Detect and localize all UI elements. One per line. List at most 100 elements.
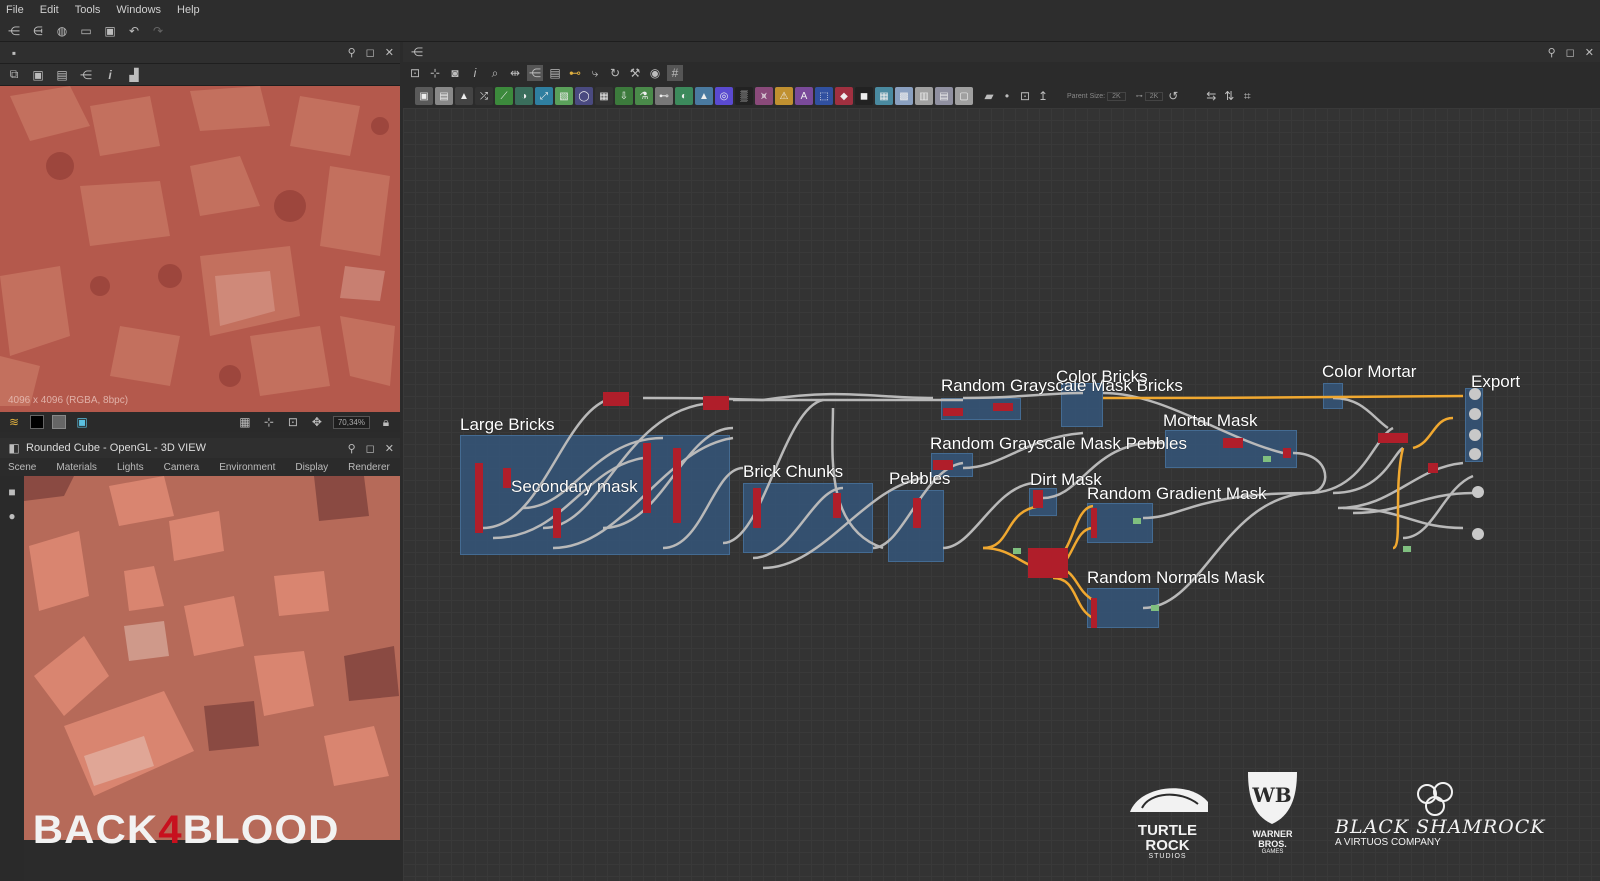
hsl-icon[interactable]: ◐ <box>675 87 693 105</box>
new-graph-icon[interactable]: ⋲ <box>6 23 22 39</box>
graph-canvas[interactable]: Large Bricks Secondary mask Brick Chunks… <box>403 108 1600 881</box>
text-icon[interactable]: A <box>795 87 813 105</box>
refresh-icon[interactable]: ↻ <box>607 65 623 81</box>
tiling-icon[interactable]: ⊹ <box>261 414 277 430</box>
grid-icon[interactable]: ▦ <box>237 414 253 430</box>
export-icon[interactable]: ▤ <box>54 67 70 83</box>
copy-icon[interactable]: ⧉ <box>6 67 22 83</box>
pin-icon[interactable]: ⚲ <box>348 442 356 455</box>
black-swatch[interactable] <box>30 415 44 429</box>
tile-icon[interactable]: ▦ <box>595 87 613 105</box>
pass-icon[interactable]: ↥ <box>1035 88 1051 104</box>
save-icon[interactable]: ▣ <box>102 23 118 39</box>
fx-map-icon[interactable]: ⩙ <box>755 87 773 105</box>
redo-icon[interactable]: ↷ <box>150 23 166 39</box>
bitmap-node-icon[interactable]: ▣ <box>415 87 433 105</box>
binary-icon[interactable]: ◼ <box>855 87 873 105</box>
noise-icon[interactable]: ▒ <box>735 87 753 105</box>
save-image-icon[interactable]: ▣ <box>30 67 46 83</box>
globe-icon[interactable]: ◍ <box>54 23 70 39</box>
text-node-icon[interactable]: ▲ <box>455 87 473 105</box>
frames-icon[interactable]: ▤ <box>547 65 563 81</box>
close-icon[interactable]: ✕ <box>385 442 394 455</box>
fit-icon[interactable]: ⊡ <box>285 414 301 430</box>
value-processor-icon[interactable]: ▩ <box>895 87 913 105</box>
frame-selected-icon[interactable]: ⊹ <box>427 65 443 81</box>
color-wheel-icon[interactable]: ◎ <box>715 87 733 105</box>
preview-icon[interactable]: ◉ <box>647 65 663 81</box>
pan-icon[interactable]: ✥ <box>309 414 325 430</box>
svg-node-icon[interactable]: ▤ <box>435 87 453 105</box>
layers-icon[interactable]: ≋ <box>6 414 22 430</box>
fill-icon[interactable]: ◆ <box>835 87 853 105</box>
tab-scene[interactable]: Scene <box>8 462 36 473</box>
lock-icon[interactable]: 🔒︎ <box>378 414 394 430</box>
tab-camera[interactable]: Camera <box>164 462 200 473</box>
menu-tools[interactable]: Tools <box>75 4 101 16</box>
gradient-icon[interactable]: ▧ <box>555 87 573 105</box>
maximize-icon[interactable]: ◻ <box>366 46 375 59</box>
tab-renderer[interactable]: Renderer <box>348 462 390 473</box>
grey-swatch[interactable] <box>52 415 66 429</box>
uniform-icon[interactable]: ⚗ <box>635 87 653 105</box>
curve-icon[interactable]: ⟋ <box>495 87 513 105</box>
menu-help[interactable]: Help <box>177 4 200 16</box>
link-icon[interactable]: ⊷ <box>567 65 583 81</box>
open-folder-icon[interactable]: ▭ <box>78 23 94 39</box>
tab-materials[interactable]: Materials <box>56 462 97 473</box>
close-icon[interactable]: ✕ <box>385 46 394 59</box>
levels-icon[interactable]: ⊷ <box>655 87 673 105</box>
view3d-canvas[interactable] <box>24 476 400 840</box>
zoom-field[interactable]: 70,34% <box>332 415 370 429</box>
info-icon[interactable]: i <box>102 67 118 83</box>
tab-environment[interactable]: Environment <box>219 462 275 473</box>
dot-icon[interactable]: • <box>999 88 1015 104</box>
warning-icon[interactable]: ⚠ <box>775 87 793 105</box>
blend-icon[interactable]: ⤮ <box>475 87 493 105</box>
function-icon[interactable]: ▤ <box>935 87 953 105</box>
wrench-icon[interactable]: ⚒ <box>627 65 643 81</box>
screenshot-icon[interactable]: ◙ <box>447 65 463 81</box>
camera-icon[interactable]: ■ <box>4 484 20 500</box>
comment-icon[interactable]: ▰ <box>981 88 997 104</box>
pixel-processor-icon[interactable]: ▦ <box>875 87 893 105</box>
tab-lights[interactable]: Lights <box>117 462 144 473</box>
align-icon[interactable]: ⇹ <box>507 65 523 81</box>
maximize-icon[interactable]: ◻ <box>1566 46 1575 59</box>
layout-icon[interactable]: ⋲ <box>527 65 543 81</box>
light-icon[interactable]: ● <box>4 508 20 524</box>
menu-edit[interactable]: Edit <box>40 4 59 16</box>
grid-snap-icon[interactable]: # <box>667 65 683 81</box>
fxmap-icon[interactable]: ▥ <box>915 87 933 105</box>
warp-icon[interactable]: ◑ <box>515 87 533 105</box>
select-icon[interactable]: ⬚ <box>815 87 833 105</box>
parent-size-select[interactable]: 2K <box>1107 91 1126 101</box>
connect-icon[interactable]: ⤷ <box>587 65 603 81</box>
pin-node-icon[interactable]: ⊡ <box>1017 88 1033 104</box>
close-icon[interactable]: ✕ <box>1585 46 1594 59</box>
expand-icon[interactable]: ⇅ <box>1221 88 1237 104</box>
link-size-icon[interactable]: ⊶ <box>1136 92 1143 100</box>
color-view-icon[interactable]: ▣ <box>74 414 90 430</box>
view2d-canvas[interactable]: 4096 x 4096 (RGBA, 8bpc) <box>0 86 400 412</box>
tab-display[interactable]: Display <box>295 462 328 473</box>
transform-icon[interactable]: ⤢ <box>535 87 553 105</box>
frame-all-icon[interactable]: ⊡ <box>407 65 423 81</box>
snap-icon[interactable]: ⌗ <box>1239 88 1255 104</box>
output-icon[interactable]: ⇩ <box>615 87 633 105</box>
menu-file[interactable]: File <box>6 4 24 16</box>
undo-icon[interactable]: ↶ <box>126 23 142 39</box>
size-select[interactable]: 2K <box>1144 91 1164 101</box>
pin-icon[interactable]: ⚲ <box>1548 46 1556 59</box>
pin-icon[interactable]: ⚲ <box>348 46 356 59</box>
reset-icon[interactable]: ↺ <box>1165 88 1181 104</box>
compress-icon[interactable]: ⇆ <box>1203 88 1219 104</box>
histogram-node-icon[interactable]: ▲ <box>695 87 713 105</box>
shape-icon[interactable]: ◯ <box>575 87 593 105</box>
menu-windows[interactable]: Windows <box>116 4 161 16</box>
frame-node-icon[interactable]: ▢ <box>955 87 973 105</box>
maximize-icon[interactable]: ◻ <box>366 442 375 455</box>
graph-icon[interactable]: ⋲ <box>78 67 94 83</box>
info-icon[interactable]: i <box>467 65 483 81</box>
search-icon[interactable]: ⌕ <box>487 65 503 81</box>
